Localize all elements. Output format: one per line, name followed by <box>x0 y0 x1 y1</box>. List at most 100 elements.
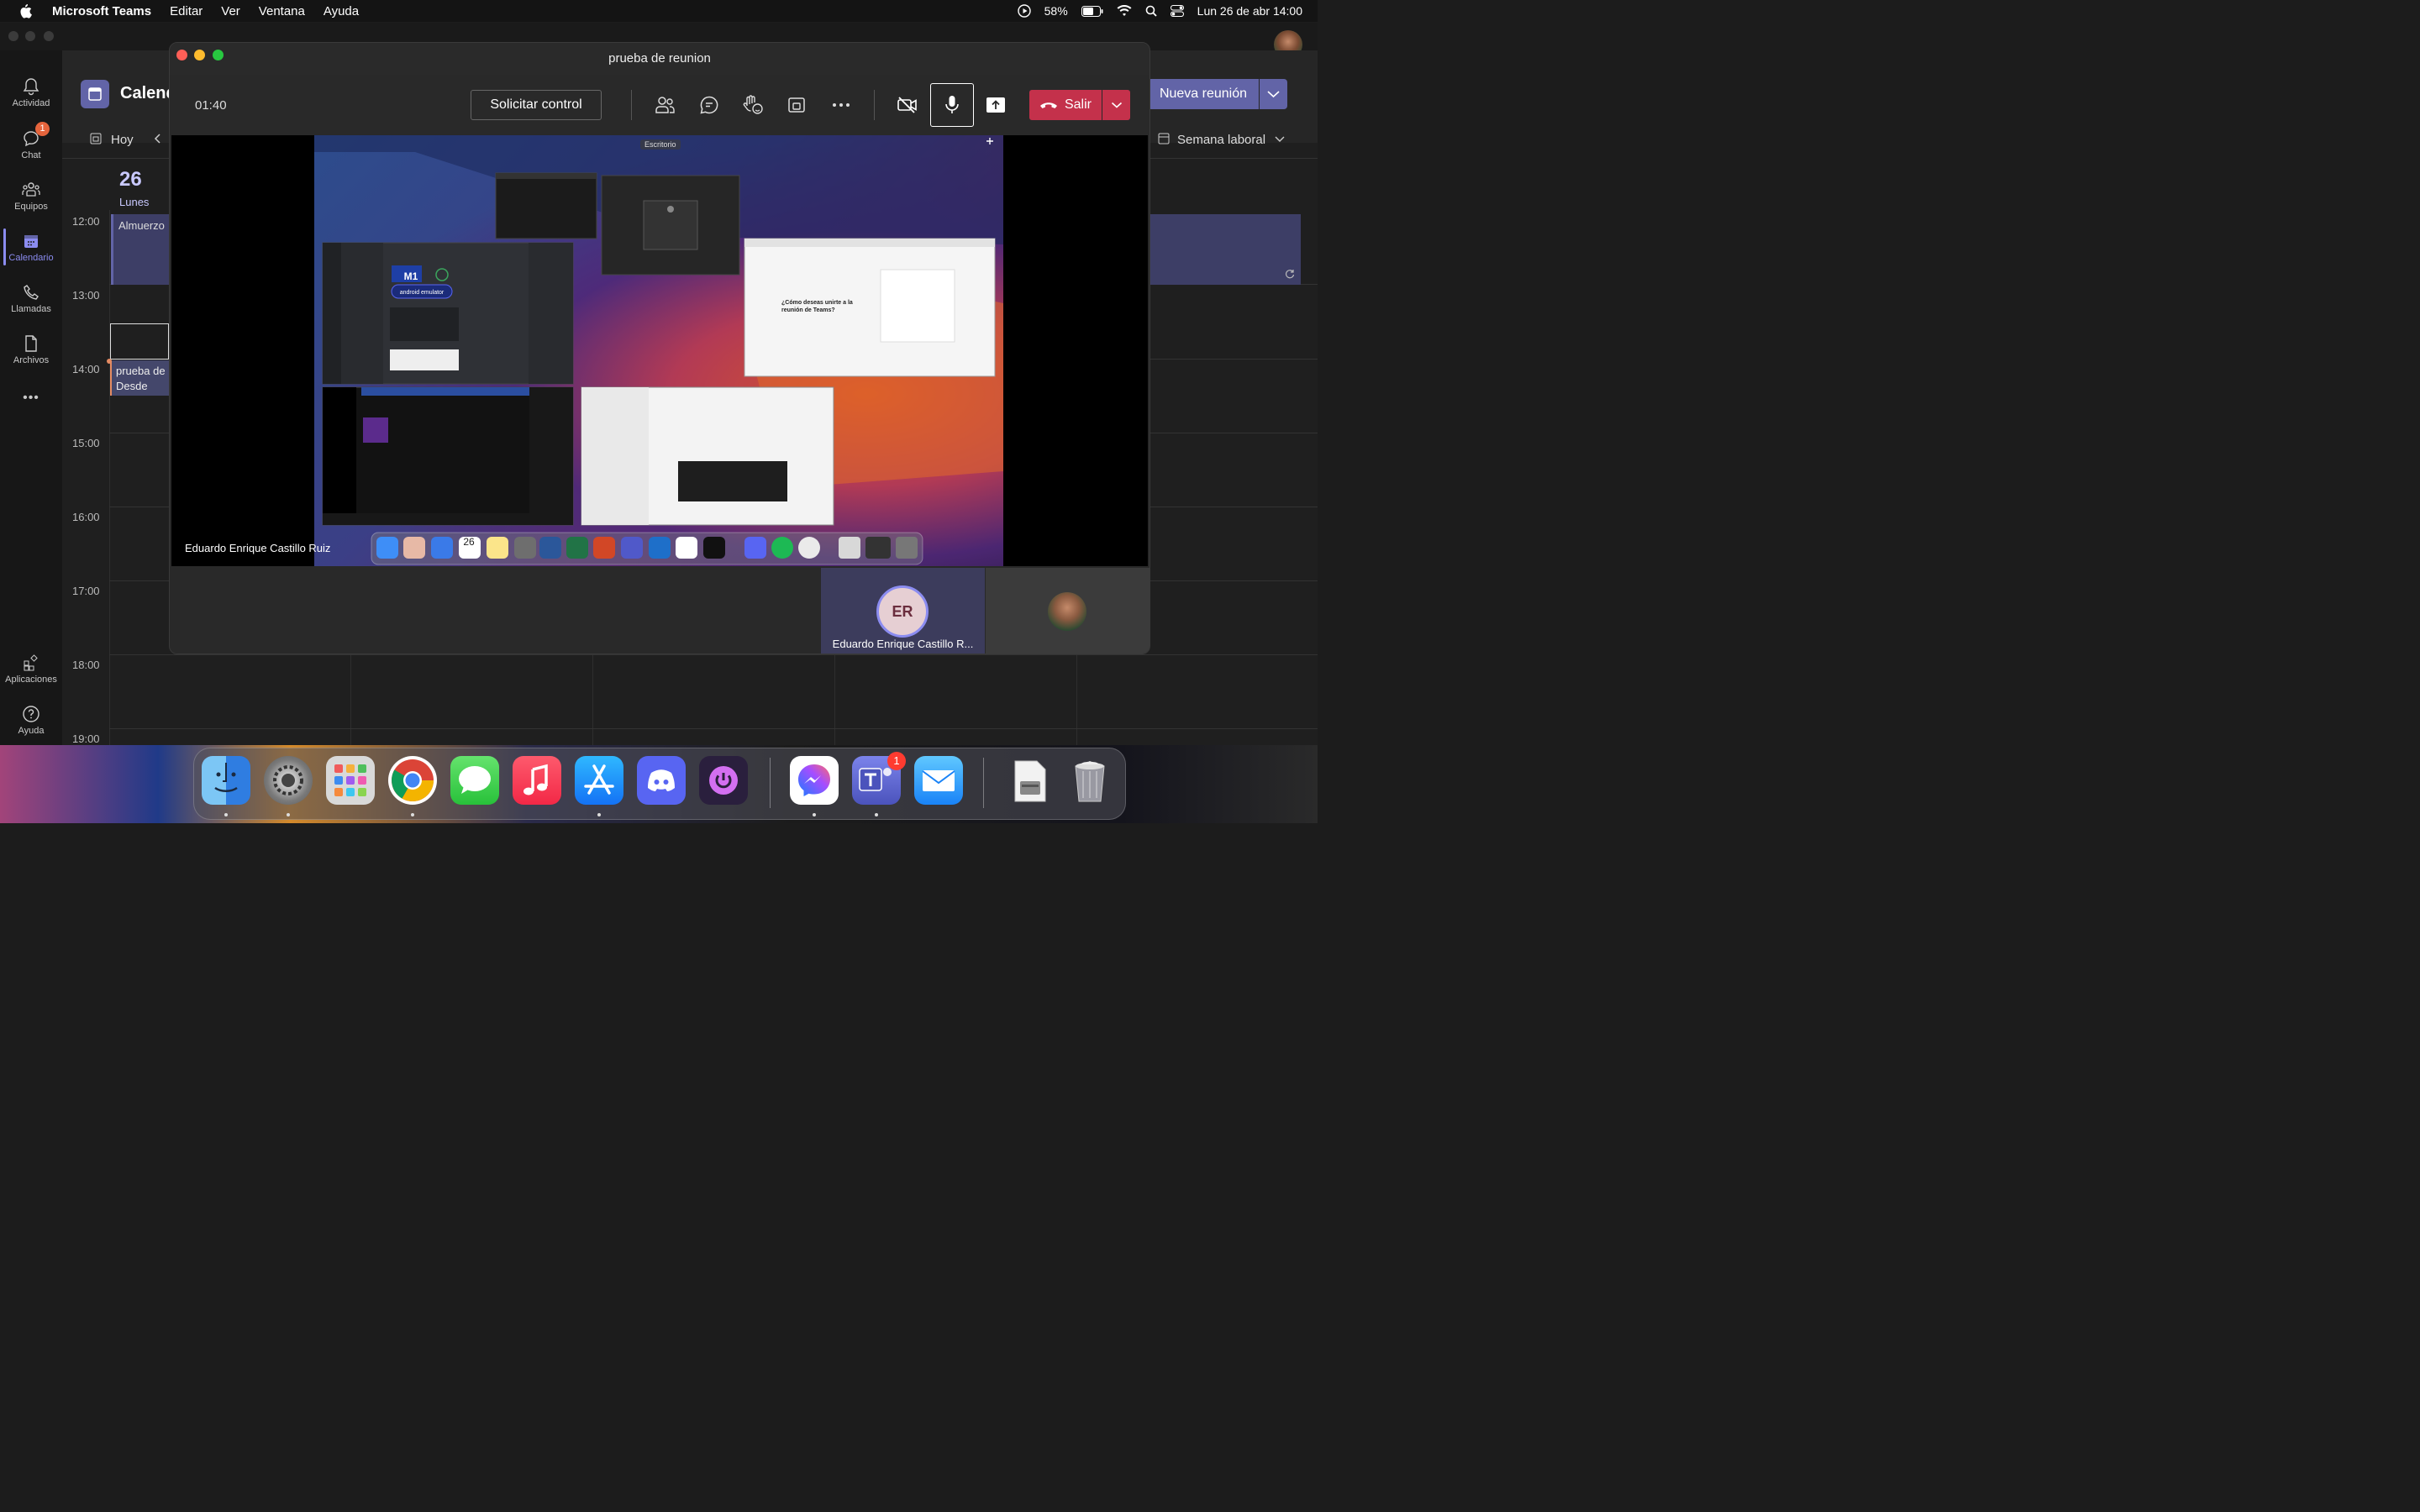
dock-chrome[interactable] <box>388 756 437 805</box>
grid-hline <box>109 728 1318 729</box>
rail-item-aplicaciones[interactable]: Aplicaciones <box>0 654 62 685</box>
shared-screen[interactable] <box>314 135 1003 566</box>
chrome-icon <box>392 759 434 801</box>
join-question-text: ¿Cómo deseas unirte a la reunión de Team… <box>781 300 853 313</box>
event-almuerzo[interactable]: Almuerzo <box>111 214 170 285</box>
leave-button[interactable]: Salir <box>1029 90 1102 120</box>
share-screen-button[interactable] <box>982 92 1009 118</box>
dock-messages[interactable] <box>450 756 499 805</box>
hour-label: 18:00 <box>72 659 100 671</box>
camera-toggle[interactable] <box>894 92 921 118</box>
launchpad-grid-icon <box>334 764 366 796</box>
rail-item-equipos[interactable]: Equipos <box>0 181 62 212</box>
bell-icon <box>23 78 39 96</box>
running-indicator <box>875 813 878 816</box>
chevron-down-icon <box>1267 91 1280 98</box>
request-control-button[interactable]: Solicitar control <box>471 90 602 120</box>
rail-item-chat[interactable]: Chat <box>0 129 62 160</box>
rail-item-llamadas[interactable]: Llamadas <box>0 283 62 314</box>
menu-bar: Microsoft Teams Editar Ver Ventana Ayuda… <box>0 0 1318 22</box>
rail-item-archivos[interactable]: Archivos <box>0 334 62 365</box>
dock-mail[interactable] <box>914 756 963 805</box>
rail-item-calendario[interactable]: Calendario <box>0 232 62 263</box>
reactions-button[interactable] <box>739 92 766 118</box>
today-button[interactable]: Hoy <box>89 132 164 147</box>
event-subtitle: Desde nues <box>116 380 148 396</box>
calendar-app-icon <box>81 80 109 108</box>
wifi-icon[interactable] <box>1117 5 1132 17</box>
plus-icon <box>986 138 993 144</box>
meeting-title: prueba de reunion <box>608 51 711 66</box>
dock-system-preferences[interactable] <box>264 756 313 805</box>
new-meeting-button[interactable]: Nueva reunión <box>1148 79 1259 109</box>
thumb-emulator-text: android emulator <box>399 290 445 296</box>
hour-label: 16:00 <box>72 511 100 523</box>
menu-ventana[interactable]: Ventana <box>259 4 305 18</box>
running-indicator <box>597 813 601 816</box>
hour-label: 15:00 <box>72 437 100 449</box>
dock-discord[interactable] <box>637 756 686 805</box>
menu-editar[interactable]: Editar <box>170 4 203 18</box>
day-name: Lunes <box>119 196 150 208</box>
gear-icon <box>273 765 303 795</box>
dock-trash[interactable] <box>1065 756 1114 805</box>
rail-label: Equipos <box>14 202 48 212</box>
rail-label: Chat <box>21 150 41 160</box>
minimize-dot[interactable] <box>25 31 35 41</box>
calendar-today-icon <box>90 133 102 144</box>
participant-name: Eduardo Enrique Castillo R... <box>832 638 974 650</box>
rail-item-actividad[interactable]: Actividad <box>0 77 62 108</box>
new-meeting-dropdown[interactable] <box>1260 79 1287 109</box>
menu-app-name[interactable]: Microsoft Teams <box>52 4 151 18</box>
dock-launchpad[interactable] <box>326 756 375 805</box>
dock-app-store[interactable] <box>575 756 623 805</box>
event-title: prueba de <box>116 365 166 377</box>
view-selector[interactable]: Semana laboral <box>1157 132 1286 147</box>
hour-label: 19:00 <box>72 732 100 745</box>
dock-finder[interactable] <box>202 756 250 805</box>
hour-label: 17:00 <box>72 585 100 597</box>
power-icon <box>709 766 738 795</box>
menu-ver[interactable]: Ver <box>221 4 240 18</box>
desktop-label: Escritorio <box>640 139 681 150</box>
dock-power-app[interactable] <box>699 756 748 805</box>
play-icon[interactable] <box>1017 4 1031 18</box>
rail-item-ayuda[interactable]: Ayuda <box>0 705 62 736</box>
apple-icon[interactable] <box>18 3 32 18</box>
dock-messenger[interactable] <box>790 756 839 805</box>
chevron-left-icon[interactable] <box>152 132 164 145</box>
rail-label: Actividad <box>12 98 50 108</box>
hour-label: 13:00 <box>72 289 100 302</box>
shared-screen-thumbnails <box>314 135 1003 565</box>
selected-slot[interactable] <box>110 323 169 360</box>
menu-ayuda[interactable]: Ayuda <box>324 4 359 18</box>
layout-button[interactable] <box>783 92 810 118</box>
rail-more-button[interactable]: ••• <box>0 391 62 406</box>
teams-icon <box>22 182 40 197</box>
meeting-timer: 01:40 <box>195 98 227 113</box>
close-dot[interactable] <box>8 31 18 41</box>
chat-button[interactable] <box>696 92 723 118</box>
event-prueba-de-reunion[interactable]: prueba de Desde nues <box>110 360 171 396</box>
rail-label: Archivos <box>13 355 50 365</box>
event-almuerzo-continued[interactable] <box>1148 214 1301 285</box>
spotlight-search-icon[interactable] <box>1145 5 1157 17</box>
dock-documents[interactable] <box>1005 756 1054 805</box>
mic-icon-wrap <box>939 92 965 118</box>
avatar-photo <box>1048 592 1086 631</box>
rail-label: Aplicaciones <box>5 675 57 685</box>
participants-button[interactable] <box>652 92 679 118</box>
dock-music[interactable] <box>513 756 561 805</box>
menu-clock[interactable]: Lun 26 de abr 14:00 <box>1197 4 1302 18</box>
zoom-dot[interactable] <box>44 31 54 41</box>
control-center-icon[interactable] <box>1170 5 1184 17</box>
trash-icon <box>1075 761 1105 802</box>
battery-icon[interactable] <box>1081 5 1103 17</box>
meeting-window: prueba de reunion 01:40 Solicitar contro… <box>169 42 1150 654</box>
message-bubble-icon <box>459 766 491 794</box>
calendar-view-icon <box>1158 133 1170 144</box>
running-indicator <box>224 813 228 816</box>
more-actions-button[interactable] <box>828 92 855 118</box>
add-desktop-button[interactable] <box>984 135 996 151</box>
leave-dropdown[interactable] <box>1102 90 1130 120</box>
